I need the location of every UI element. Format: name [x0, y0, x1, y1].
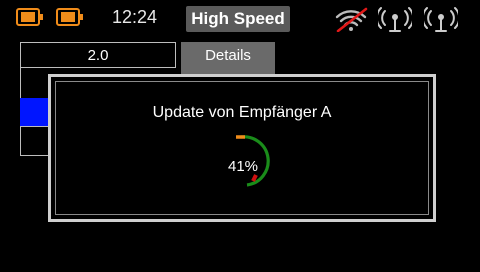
- status-bar: 12:24 High Speed: [0, 0, 480, 36]
- high-speed-mode-button[interactable]: High Speed: [186, 6, 290, 32]
- battery-icon: [16, 8, 43, 26]
- table-row-divider: [20, 126, 48, 127]
- update-dialog: Update von Empfänger A 41%: [48, 74, 436, 222]
- table-row-divider: [20, 155, 48, 156]
- progress-end-marker: [251, 174, 258, 182]
- battery-icon: [56, 8, 83, 26]
- dialog-frame: Update von Empfänger A 41%: [55, 81, 429, 215]
- signal-crossed-icon: [335, 7, 368, 32]
- antenna-icon: [378, 7, 412, 32]
- clock: 12:24: [112, 7, 158, 27]
- details-button[interactable]: Details: [181, 42, 275, 68]
- selected-row-cell[interactable]: [20, 98, 48, 126]
- dialog-title: Update von Empfänger A: [152, 104, 332, 121]
- antenna-icon: [424, 7, 458, 32]
- progress-percent: 41%: [227, 158, 259, 175]
- version-cell[interactable]: 2.0: [20, 42, 176, 68]
